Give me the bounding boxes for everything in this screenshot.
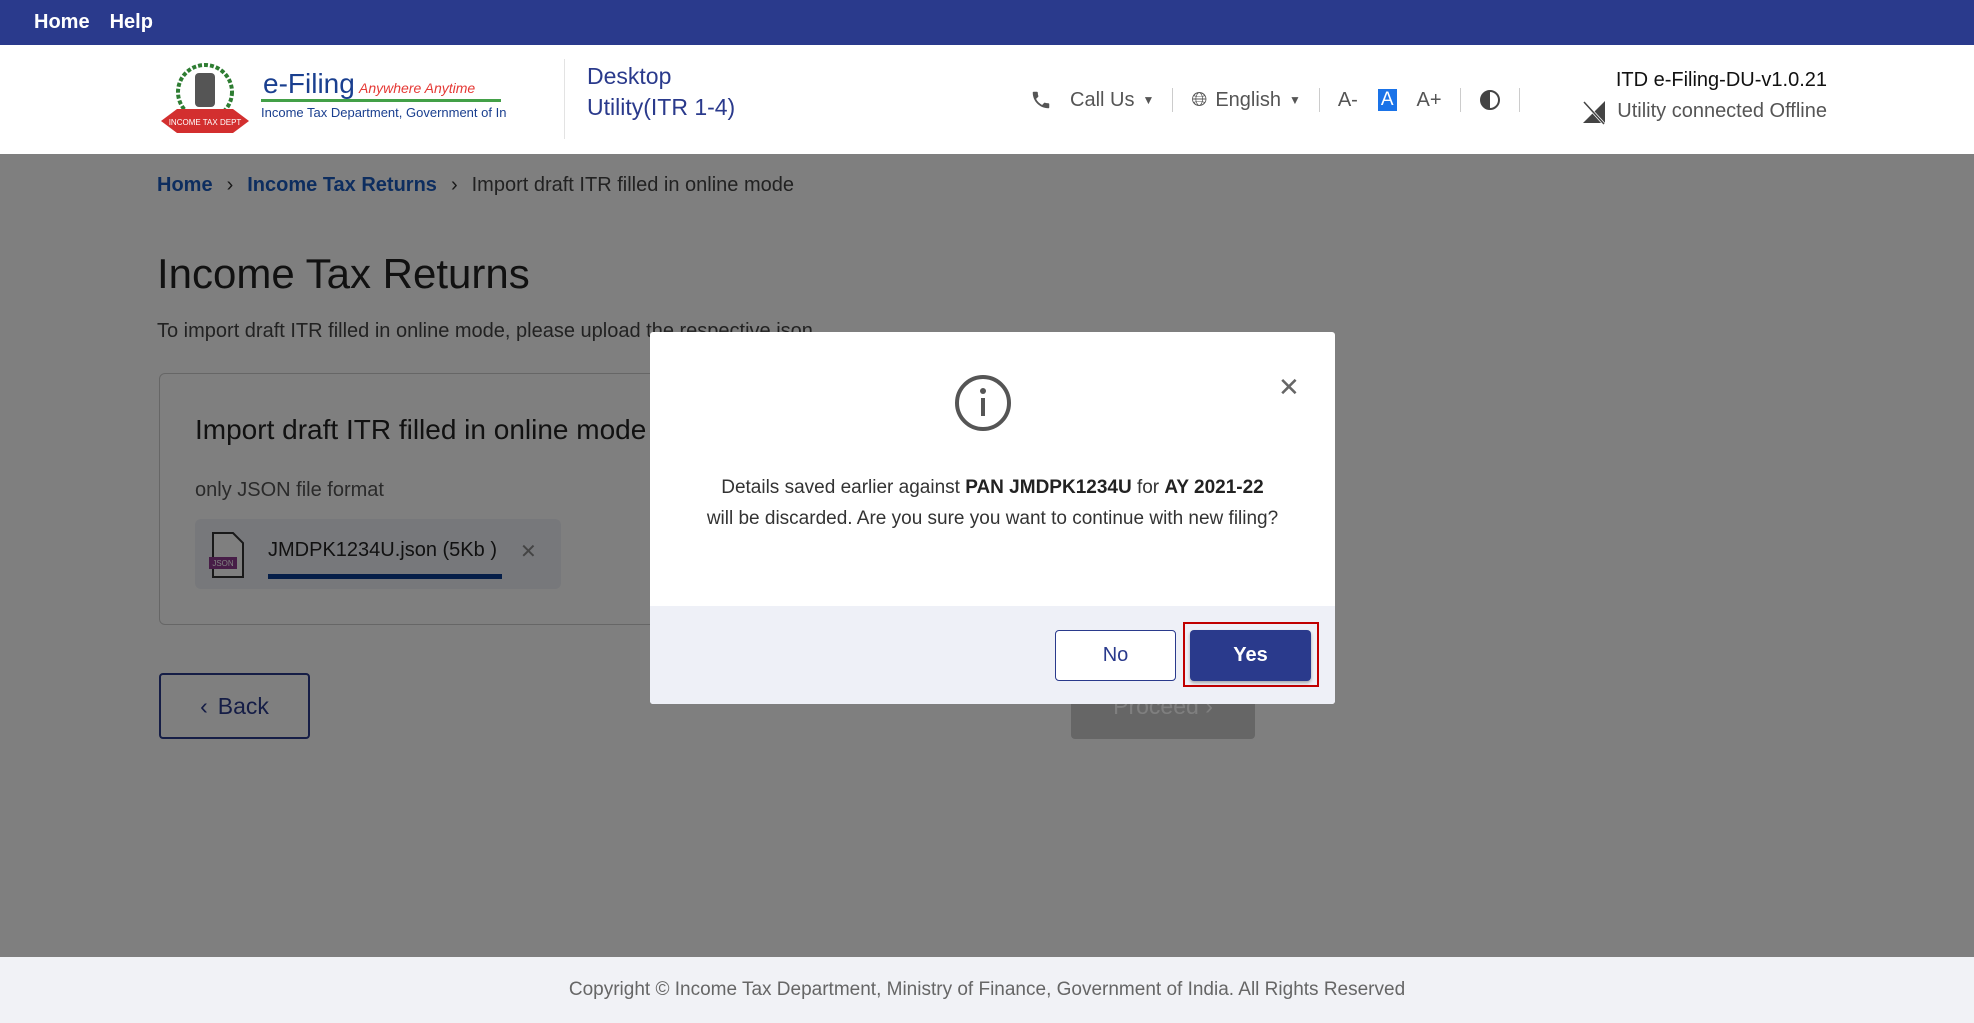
no-button[interactable]: No — [1055, 630, 1176, 681]
font-normal-button[interactable]: A — [1377, 89, 1397, 111]
footer: Copyright © Income Tax Department, Minis… — [0, 957, 1974, 1023]
logo-ribbon-text: INCOME TAX DEPT — [169, 118, 242, 127]
msg-pan: PAN JMDPK1234U — [965, 477, 1132, 498]
separator — [1172, 88, 1174, 112]
app-title: Desktop Utility(ITR 1-4) — [587, 61, 735, 123]
app-title-line1: Desktop — [587, 63, 672, 89]
copyright: Copyright © Income Tax Department, Minis… — [568, 979, 1406, 1000]
font-increase-button[interactable]: A+ — [1417, 89, 1442, 112]
call-us-dropdown[interactable]: Call Us ▼ — [1030, 89, 1154, 112]
nav-help[interactable]: Help — [110, 11, 153, 34]
separator — [1459, 88, 1461, 112]
caret-down-icon: ▼ — [1142, 93, 1155, 107]
offline-icon — [1583, 100, 1606, 125]
logo-title: e-Filing — [263, 68, 355, 99]
logo-dept: Income Tax Department, Government of Ind… — [261, 105, 507, 120]
nav-home[interactable]: Home — [34, 11, 90, 34]
dialog-footer: No Yes — [650, 606, 1335, 704]
msg-mid: for — [1131, 477, 1165, 498]
utility-status: ITD e-Filing-DU-v1.0.21 Utility connecte… — [1581, 65, 1827, 127]
divider — [564, 59, 565, 139]
app-title-line2: Utility(ITR 1-4) — [587, 94, 736, 120]
msg-ay: AY 2021-22 — [1164, 477, 1264, 498]
info-icon — [955, 375, 1011, 431]
caret-down-icon: ▼ — [1288, 93, 1301, 107]
msg-line2: will be discarded. Are you sure you want… — [706, 508, 1279, 529]
version-label: ITD e-Filing-DU-v1.0.21 — [1615, 69, 1827, 91]
header: INCOME TAX DEPT e-Filing Anywhere Anytim… — [0, 45, 1974, 154]
top-nav: Home Help — [0, 0, 1974, 45]
separator — [1318, 88, 1320, 112]
logo-tagline: Anywhere Anytime — [358, 80, 475, 96]
phone-icon — [1032, 91, 1050, 109]
language-dropdown[interactable]: 🌐︎ English ▼ — [1191, 89, 1301, 112]
yes-button[interactable]: Yes — [1190, 630, 1311, 681]
msg-prefix: Details saved earlier against — [721, 477, 966, 498]
separator — [1518, 88, 1520, 112]
language-label: English — [1215, 88, 1281, 111]
call-us-label: Call Us — [1070, 88, 1135, 111]
connection-status: Utility connected Offline — [1617, 100, 1827, 122]
efiling-logo: INCOME TAX DEPT e-Filing Anywhere Anytim… — [161, 63, 507, 133]
font-decrease-button[interactable]: A- — [1338, 89, 1358, 112]
contrast-icon[interactable] — [1479, 89, 1501, 111]
header-tools: Call Us ▼ 🌐︎ English ▼ A- A A+ — [1030, 85, 1538, 115]
close-icon[interactable]: ✕ — [1278, 372, 1300, 403]
globe-icon: 🌐︎ — [1191, 88, 1208, 111]
confirm-dialog: ✕ Details saved earlier against PAN JMDP… — [650, 332, 1335, 704]
dialog-message: Details saved earlier against PAN JMDPK1… — [650, 472, 1335, 534]
